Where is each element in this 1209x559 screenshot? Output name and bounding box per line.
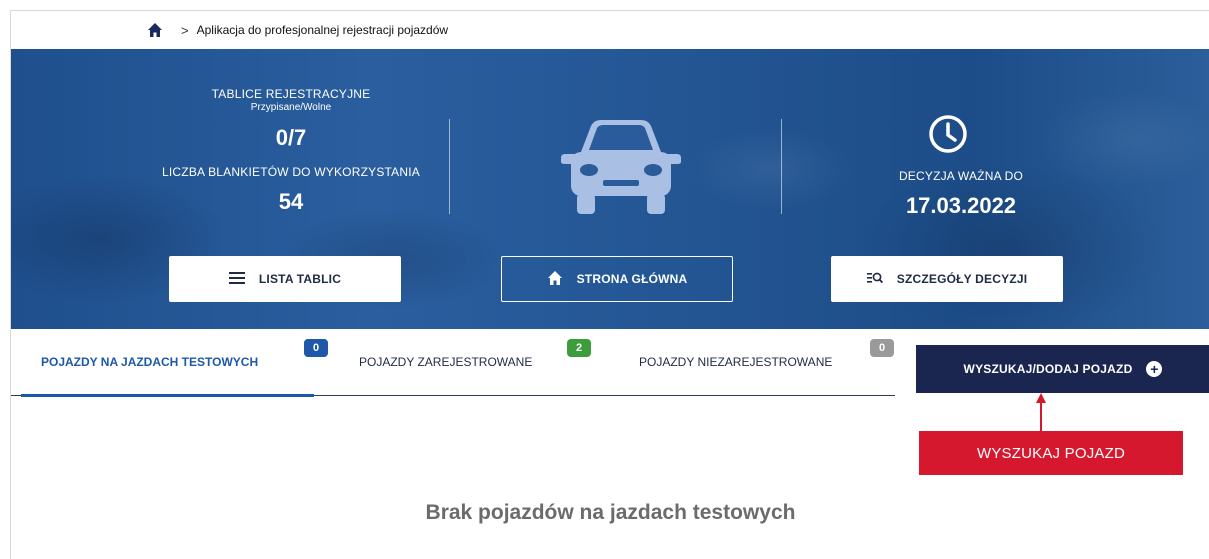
search-add-vehicle-button[interactable]: WYSZUKAJ/DODAJ POJAZD +	[916, 345, 1209, 393]
menu-icon	[228, 271, 245, 287]
chevron-right-icon: >	[181, 22, 189, 38]
annotation-callout: WYSZUKAJ POJAZD	[919, 431, 1183, 475]
app-frame: > Aplikacja do profesjonalnej rejestracj…	[10, 10, 1209, 559]
tab-label: POJAZDY ZAREJESTROWANE	[359, 355, 533, 369]
car-icon	[551, 114, 691, 219]
plates-stats: TABLICE REJESTRACYJNE Przypisane/Wolne 0…	[141, 87, 441, 229]
tab-test-drive-vehicles[interactable]: POJAZDY NA JAZDACH TESTOWYCH	[11, 329, 314, 395]
breadcrumb-current: Aplikacja do profesjonalnej rejestracji …	[196, 23, 449, 37]
plates-label: TABLICE REJESTRACYJNE	[211, 87, 371, 101]
blanks-label: LICZBA BLANKIETÓW DO WYKORZYSTANIA	[162, 165, 420, 179]
hero-divider-left	[449, 119, 450, 214]
home-page-button[interactable]: STRONA GŁÓWNA	[501, 256, 733, 302]
plus-circle-icon: +	[1146, 361, 1163, 377]
count-badge: 0	[870, 339, 894, 357]
tab-unregistered-vehicles[interactable]: POJAZDY NIEZAREJESTROWANE	[594, 329, 894, 395]
search-add-vehicle-label: WYSZUKAJ/DODAJ POJAZD	[963, 362, 1133, 376]
decision-details-button[interactable]: SZCZEGÓŁY DECYZJI	[831, 256, 1063, 302]
decision-details-label: SZCZEGÓŁY DECYZJI	[896, 272, 1028, 286]
plates-list-label: LISTA TABLIC	[258, 272, 342, 286]
annotation-arrow-icon	[1036, 393, 1046, 433]
home-icon	[547, 270, 563, 289]
hero-banner: TABLICE REJESTRACYJNE Przypisane/Wolne 0…	[11, 49, 1209, 329]
tab-registered-vehicles[interactable]: POJAZDY ZAREJESTROWANE	[314, 329, 594, 395]
count-badge: 2	[567, 339, 591, 357]
tab-label: POJAZDY NA JAZDACH TESTOWYCH	[41, 355, 259, 369]
active-tab-indicator	[21, 394, 314, 397]
plates-list-button[interactable]: LISTA TABLIC	[169, 256, 401, 302]
decision-value: 17.03.2022	[905, 193, 1017, 218]
breadcrumb: > Aplikacja do profesjonalnej rejestracj…	[11, 11, 1209, 49]
tab-label: POJAZDY NIEZAREJESTROWANE	[639, 355, 833, 369]
decision-label: DECYZJA WAŻNA DO	[898, 169, 1024, 183]
plates-sub-label: Przypisane/Wolne	[250, 102, 332, 113]
home-page-label: STRONA GŁÓWNA	[576, 272, 688, 286]
empty-state-message: Brak pojazdów na jazdach testowych	[425, 501, 796, 524]
blanks-value: 54	[278, 189, 304, 214]
list-search-icon	[866, 271, 883, 288]
plates-value: 0/7	[275, 125, 307, 150]
decision-stats: DECYZJA WAŻNA DO 17.03.2022	[831, 109, 1091, 233]
hero-divider-right	[781, 119, 782, 214]
home-icon[interactable]	[147, 22, 163, 38]
